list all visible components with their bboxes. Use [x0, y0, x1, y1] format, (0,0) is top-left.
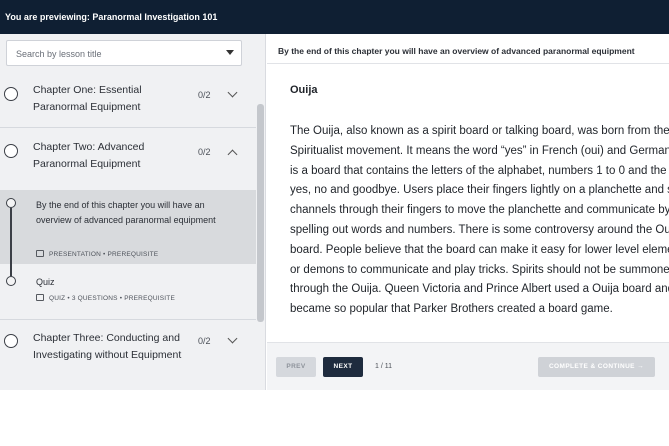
- lesson-header-title: By the end of this chapter you will have…: [278, 46, 635, 56]
- chapter-progress: 0/2: [198, 336, 211, 346]
- next-button[interactable]: NEXT: [323, 357, 363, 377]
- lesson-title: By the end of this chapter you will have…: [36, 200, 216, 225]
- lesson-meta: QUIZ • 3 QUESTIONS • PREREQUISITE: [36, 294, 175, 302]
- chevron-down-icon[interactable]: [227, 87, 238, 98]
- caret-down-icon: [226, 50, 234, 55]
- lesson-header: By the end of this chapter you will have…: [267, 34, 669, 64]
- chapter-two[interactable]: Chapter Two: Advanced Paranormal Equipme…: [0, 138, 256, 178]
- content-title: Ouija: [290, 84, 318, 96]
- lesson-item-quiz[interactable]: Quiz QUIZ • 3 QUESTIONS • PREREQUISITE: [0, 272, 256, 310]
- sidebar: Search by lesson title Chapter One: Esse…: [0, 34, 266, 390]
- lesson-status-circle-icon: [6, 276, 16, 286]
- chevron-down-icon[interactable]: [227, 333, 238, 344]
- preview-banner: You are previewing: Paranormal Investiga…: [0, 0, 669, 34]
- content-body: The Ouija, also known as a spirit board …: [290, 125, 669, 316]
- sidebar-scrollbar[interactable]: [257, 104, 264, 322]
- chapter-progress: 0/2: [198, 147, 211, 157]
- lesson-item-overview[interactable]: By the end of this chapter you will have…: [0, 190, 256, 264]
- chevron-up-icon[interactable]: [227, 149, 238, 160]
- prev-button[interactable]: PREV: [276, 357, 316, 377]
- lesson-status-circle-icon: [6, 198, 16, 208]
- divider: [0, 127, 256, 128]
- search-placeholder: Search by lesson title: [16, 49, 102, 59]
- chapter-three[interactable]: Chapter Three: Conducting and Investigat…: [0, 330, 256, 386]
- lesson-title: Quiz: [36, 277, 55, 287]
- divider: [0, 319, 256, 320]
- incomplete-circle-icon: [4, 144, 18, 158]
- presentation-icon: [36, 250, 44, 257]
- preview-text: You are previewing: Paranormal Investiga…: [5, 12, 218, 22]
- chapter-title: Chapter Three: Conducting and Investigat…: [33, 332, 182, 361]
- lesson-timeline: [10, 208, 12, 276]
- chapter-title: Chapter One: Essential Paranormal Equipm…: [33, 84, 142, 113]
- lesson-content: Ouija The Ouija, also known as a spirit …: [267, 64, 669, 342]
- chapter-one[interactable]: Chapter One: Essential Paranormal Equipm…: [0, 82, 256, 122]
- complete-continue-button[interactable]: COMPLETE & CONTINUE →: [538, 357, 655, 377]
- page-indicator: 1 / 11: [375, 363, 392, 370]
- incomplete-circle-icon: [4, 334, 18, 348]
- chapter-title: Chapter Two: Advanced Paranormal Equipme…: [33, 141, 145, 170]
- quiz-icon: [36, 294, 44, 301]
- lesson-meta: PRESENTATION • PREREQUISITE: [36, 250, 158, 258]
- chapter-progress: 0/2: [198, 90, 211, 100]
- lesson-search-select[interactable]: Search by lesson title: [6, 40, 242, 66]
- lesson-footer: PREV NEXT 1 / 11 COMPLETE & CONTINUE →: [267, 342, 669, 390]
- incomplete-circle-icon: [4, 87, 18, 101]
